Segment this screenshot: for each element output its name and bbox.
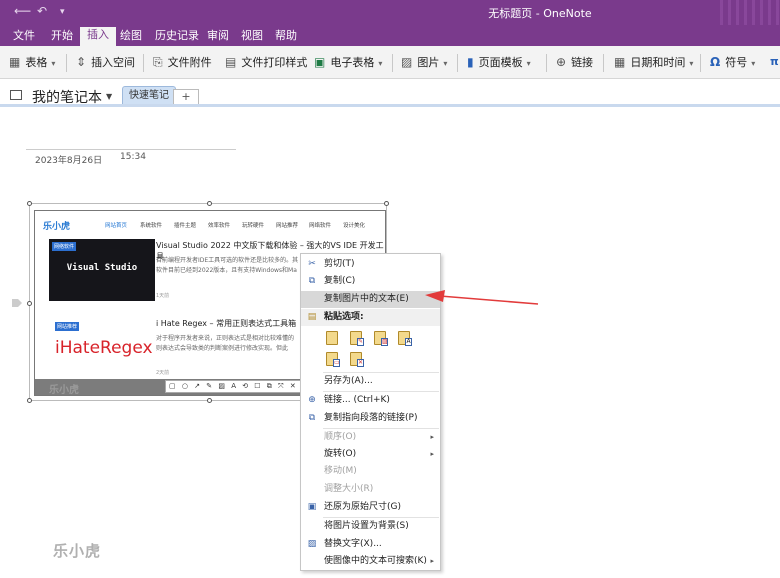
annotation-arrow: [425, 290, 539, 305]
watermark: 乐小虎: [53, 542, 102, 560]
